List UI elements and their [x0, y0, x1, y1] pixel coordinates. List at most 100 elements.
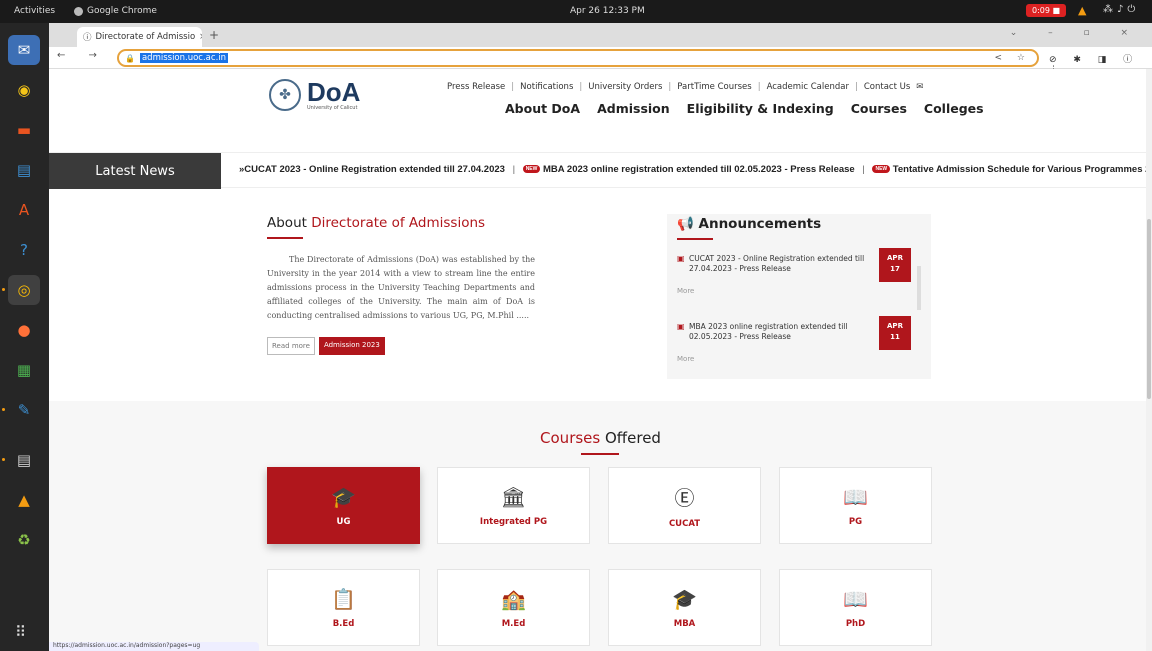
document-viewer-icon[interactable]: ▤ [8, 445, 40, 475]
about-title: About Directorate of Admissions [267, 215, 535, 231]
teacher-book-icon: 📋 [331, 586, 356, 611]
browser-toolbar: ← → C 🔒 admission.uoc.ac.in < ☆ ⊘ ✱ ◨ ⓘ … [49, 47, 1152, 75]
nav-colleges[interactable]: Colleges [924, 101, 984, 116]
courses-offered-section: Courses Offered 🎓 UG 🏛 Integrated PG Ⓔ C… [49, 401, 1152, 651]
tab-doa[interactable]: ⓘ Directorate of Admissio × [77, 27, 202, 47]
course-card-phd[interactable]: 📖 PhD [779, 569, 932, 646]
link-parttime-courses[interactable]: PartTime Courses [677, 82, 751, 92]
favicon-icon: ⓘ [83, 33, 92, 43]
new-badge: NEW [872, 165, 891, 174]
clock[interactable]: Apr 26 12:33 PM [570, 6, 645, 16]
chrome-icon [74, 6, 83, 16]
text-editor-icon[interactable]: ✎ [8, 395, 40, 425]
calc-icon[interactable]: ▦ [8, 355, 40, 385]
course-card-pg[interactable]: 📖 PG [779, 467, 932, 544]
rhythmbox-icon[interactable]: ◉ [8, 75, 40, 105]
latest-news-label: Latest News [49, 153, 221, 189]
news-item[interactable]: Tentative Admission Schedule for Various… [893, 164, 1152, 175]
tab-strip: ⓘ Directorate of Admissio × + ⌄ – ▫ × [49, 23, 1152, 47]
link-contact-us[interactable]: Contact Us [864, 82, 910, 92]
course-card-ug[interactable]: 🎓 UG [267, 467, 420, 544]
title-underline [267, 237, 303, 239]
announcements-scrollbar[interactable] [917, 266, 921, 310]
window-controls[interactable]: ⌄ – ▫ × [1010, 28, 1142, 38]
course-label: MBA [673, 618, 696, 629]
warning-icon[interactable]: ▲ [1078, 4, 1086, 17]
app-menu[interactable]: Google Chrome [74, 6, 157, 16]
firefox-icon[interactable]: ● [8, 315, 40, 345]
course-card-bed[interactable]: 📋 B.Ed [267, 569, 420, 646]
dock: ✉ ◉ ▬ ▤ A ? ◎ ● ▦ ✎ ▤ ▲ ♻ ⠿ [0, 23, 49, 651]
mail-icon[interactable]: ✉ [916, 82, 923, 92]
writer-icon[interactable]: ▤ [8, 155, 40, 185]
link-press-release[interactable]: Press Release [447, 82, 505, 92]
lock-icon[interactable]: 🔒 [125, 54, 135, 63]
trash-icon[interactable]: ♻ [8, 525, 40, 555]
activities-button[interactable]: Activities [14, 6, 55, 16]
recording-time: 0:09 [1032, 6, 1050, 15]
share-bookmark-icons[interactable]: < ☆ [995, 53, 1031, 63]
date-badge: APR 11 [879, 316, 911, 350]
title-underline [581, 453, 619, 455]
chrome-window: ⓘ Directorate of Admissio × + ⌄ – ▫ × ← … [49, 23, 1152, 651]
announcement-text: MBA 2023 online registration extended ti… [689, 322, 848, 341]
megaphone-icon: 📢 [677, 216, 694, 232]
nav-about-doa[interactable]: About DoA [505, 101, 580, 116]
scrollbar-thumb[interactable] [1147, 219, 1151, 399]
announcement-item[interactable]: ▣ MBA 2023 online registration extended t… [677, 316, 921, 390]
announcement-item[interactable]: ▣ CUCAT 2023 - Online Registration extend… [677, 248, 921, 322]
course-label: B.Ed [332, 618, 355, 629]
course-card-cucat[interactable]: Ⓔ CUCAT [608, 467, 761, 544]
doa-logo[interactable]: ✤ DoA University of Calicut [269, 79, 360, 111]
logo-text: DoA [307, 77, 361, 107]
more-link[interactable]: More [677, 287, 875, 295]
new-tab-button[interactable]: + [209, 28, 219, 42]
link-university-orders[interactable]: University Orders [588, 82, 662, 92]
title-underline [677, 238, 713, 240]
help-icon[interactable]: ? [8, 235, 40, 265]
date-badge: APR 17 [879, 248, 911, 282]
building-icon: 🏫 [501, 586, 526, 611]
news-item[interactable]: MBA 2023 online registration extended ti… [543, 164, 855, 175]
main-nav: About DoA Admission Eligibility & Indexi… [505, 101, 984, 116]
course-card-integrated-pg[interactable]: 🏛 Integrated PG [437, 467, 590, 544]
university-seal-icon: ✤ [269, 79, 301, 111]
pdf-icon: ▣ [677, 322, 685, 331]
recording-indicator[interactable]: 0:09 ■ [1026, 4, 1067, 17]
nav-eligibility[interactable]: Eligibility & Indexing [687, 101, 834, 116]
nav-courses[interactable]: Courses [851, 101, 907, 116]
date-day: 11 [890, 333, 900, 341]
new-badge: NEW [522, 165, 541, 174]
close-tab-icon[interactable]: × [199, 32, 202, 42]
link-academic-calendar[interactable]: Academic Calendar [767, 82, 849, 92]
course-label: UG [336, 516, 351, 527]
address-bar[interactable]: 🔒 admission.uoc.ac.in < ☆ [117, 49, 1039, 67]
url-text: admission.uoc.ac.in [139, 53, 229, 63]
thunderbird-icon[interactable]: ✉ [8, 35, 40, 65]
course-label: PG [848, 516, 863, 527]
course-label: M.Ed [501, 618, 526, 629]
chrome-dock-icon[interactable]: ◎ [8, 275, 40, 305]
show-apps-icon[interactable]: ⠿ [15, 623, 26, 641]
admission-2023-button[interactable]: Admission 2023 [318, 337, 385, 355]
courses-title-plain: Offered [605, 429, 661, 447]
date-month: APR [887, 254, 903, 262]
more-link[interactable]: More [677, 355, 875, 363]
graduation-cap-icon: 🎓 [331, 484, 356, 509]
announcements-panel: 📢 Announcements ▣ CUCAT 2023 - Online Reg… [667, 214, 931, 379]
app-name: Google Chrome [87, 6, 157, 16]
vlc-icon[interactable]: ▲ [8, 485, 40, 515]
page-scrollbar[interactable] [1146, 69, 1152, 651]
exam-badge-icon: Ⓔ [674, 486, 695, 510]
software-center-icon[interactable]: A [8, 195, 40, 225]
nav-admission[interactable]: Admission [597, 101, 670, 116]
read-more-button[interactable]: Read more [267, 337, 315, 355]
course-card-mba[interactable]: 🎓 MBA [608, 569, 761, 646]
link-notifications[interactable]: Notifications [520, 82, 573, 92]
tab-title: Directorate of Admissio [95, 32, 196, 42]
system-tray-icons[interactable]: ⁂♪⏻ [1103, 4, 1139, 15]
top-links: Press Release | Notifications | University… [447, 82, 924, 92]
files-icon[interactable]: ▬ [8, 115, 40, 145]
course-card-med[interactable]: 🏫 M.Ed [437, 569, 590, 646]
news-item[interactable]: CUCAT 2023 - Online Registration extende… [244, 164, 505, 175]
